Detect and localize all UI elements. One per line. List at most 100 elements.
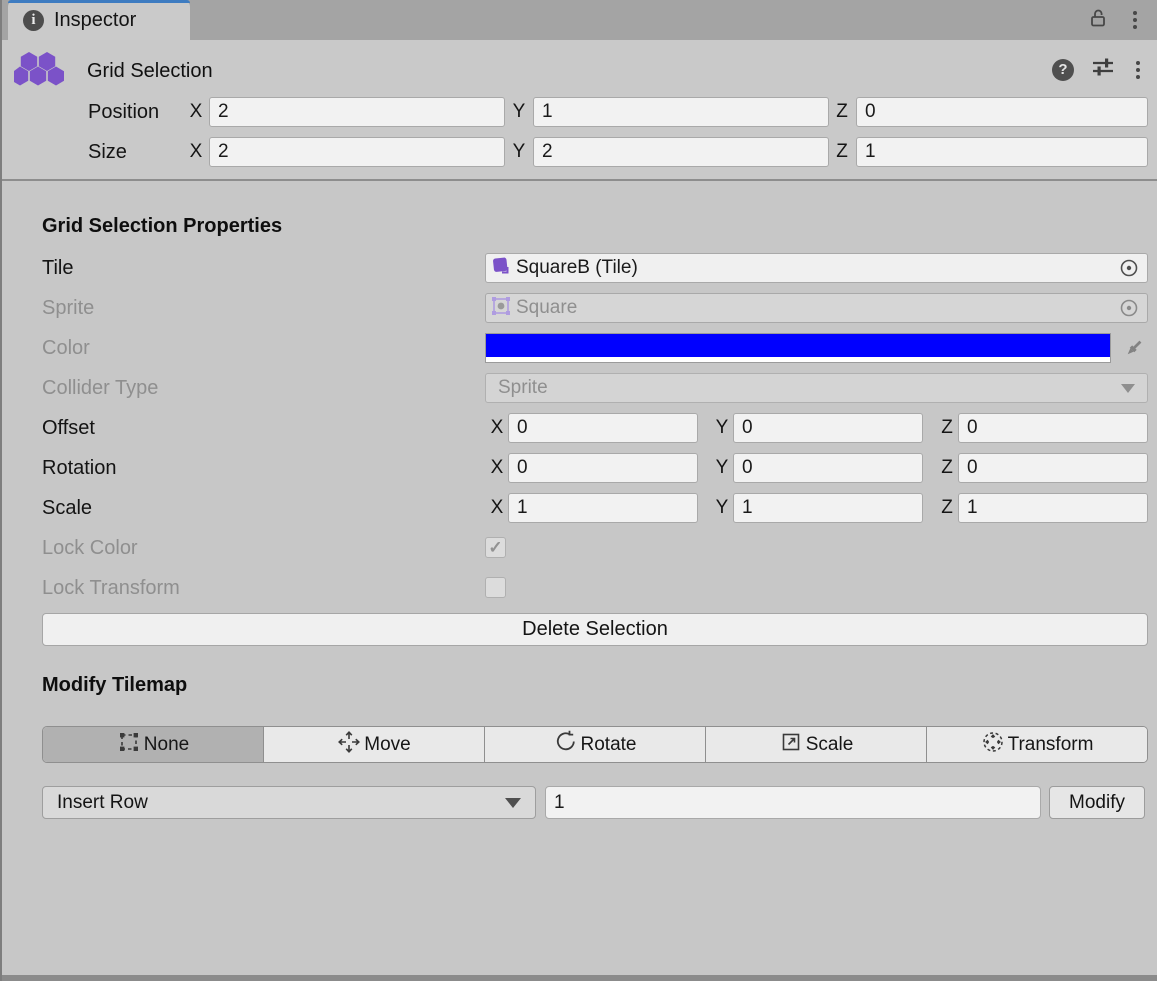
none-selection-icon (117, 730, 141, 760)
tile-icon (491, 256, 511, 281)
tool-move-button[interactable]: Move (264, 727, 485, 762)
size-z-input[interactable] (856, 137, 1148, 167)
scale-icon (779, 730, 803, 760)
operation-dropdown[interactable]: Insert Row (42, 786, 536, 819)
rotation-x-input[interactable] (508, 453, 698, 483)
info-icon: i (23, 10, 44, 31)
operation-value: Insert Row (57, 792, 148, 814)
offset-axis-z-label: Z (939, 413, 955, 443)
inspector-panel: i Inspector (0, 0, 1157, 981)
position-x-input[interactable] (209, 97, 505, 127)
collider-type-label: Collider Type (42, 373, 158, 403)
scale-axis-x-label: X (489, 493, 505, 523)
rotation-z-input[interactable] (958, 453, 1148, 483)
lock-transform-label: Lock Transform (42, 573, 180, 603)
tab-label: Inspector (54, 9, 136, 32)
offset-label: Offset (42, 413, 95, 443)
offset-axis-y-label: Y (714, 413, 730, 443)
chevron-down-icon (1121, 384, 1135, 393)
position-axis-y-label: Y (511, 97, 527, 127)
grid-selection-body: Grid Selection Properties Tile SquareB (… (0, 181, 1157, 975)
tile-value: SquareB (Tile) (516, 257, 1114, 279)
tab-menu-kebab-icon[interactable] (1129, 7, 1141, 33)
size-x-input[interactable] (209, 137, 505, 167)
grid-selection-header: Grid Selection ? Position X Y Z Size X Y (0, 40, 1157, 179)
rotation-axis-x-label: X (489, 453, 505, 483)
position-axis-x-label: X (188, 97, 204, 127)
scale-y-input[interactable] (733, 493, 923, 523)
header-menu-kebab-icon[interactable] (1132, 57, 1144, 83)
size-axis-x-label: X (188, 137, 204, 167)
lock-transform-checkbox: ✓ (485, 577, 506, 598)
object-picker-icon[interactable] (1119, 258, 1139, 278)
rotation-label: Rotation (42, 453, 117, 483)
section-title-grid-selection-properties: Grid Selection Properties (42, 215, 282, 238)
rotation-axis-y-label: Y (714, 453, 730, 483)
eyedropper-icon (1120, 336, 1146, 367)
tool-label: Transform (1008, 734, 1094, 756)
rotate-icon (554, 730, 578, 760)
size-y-input[interactable] (533, 137, 829, 167)
scale-label: Scale (42, 493, 92, 523)
tilemap-tool-toolbar: None Move (42, 726, 1148, 763)
lock-icon[interactable] (1087, 7, 1109, 34)
color-alpha-bar (486, 357, 1110, 362)
tab-bar: i Inspector (0, 0, 1157, 40)
lock-color-label: Lock Color (42, 533, 138, 563)
offset-x-input[interactable] (508, 413, 698, 443)
size-axis-z-label: Z (834, 137, 850, 167)
lock-color-checkbox: ✓ (485, 537, 506, 558)
position-y-input[interactable] (533, 97, 829, 127)
collider-type-dropdown: Sprite (485, 373, 1148, 403)
section-title-modify-tilemap: Modify Tilemap (42, 674, 187, 697)
sprite-icon (491, 296, 511, 321)
color-swatch-main (486, 334, 1110, 357)
tool-none-button[interactable]: None (43, 727, 264, 762)
transform-icon (981, 730, 1005, 760)
rotation-y-input[interactable] (733, 453, 923, 483)
check-icon: ✓ (488, 539, 502, 556)
position-label: Position (88, 97, 159, 127)
help-icon[interactable]: ? (1052, 59, 1074, 81)
sprite-value: Square (516, 297, 1114, 319)
grid-selection-icon (14, 50, 64, 101)
tool-scale-button[interactable]: Scale (706, 727, 927, 762)
tool-label: Scale (806, 734, 854, 756)
size-axis-y-label: Y (511, 137, 527, 167)
tool-label: Rotate (581, 734, 637, 756)
position-axis-z-label: Z (834, 97, 850, 127)
tile-label: Tile (42, 253, 73, 283)
move-icon (337, 730, 361, 760)
object-picker-icon (1119, 298, 1139, 318)
panel-left-edge (0, 0, 2, 981)
offset-axis-x-label: X (489, 413, 505, 443)
sprite-label: Sprite (42, 293, 94, 323)
tab-accent-line (8, 0, 190, 3)
scale-x-input[interactable] (508, 493, 698, 523)
tool-label: Move (364, 734, 410, 756)
offset-z-input[interactable] (958, 413, 1148, 443)
header-title: Grid Selection (87, 60, 213, 83)
inspector-tab[interactable]: i Inspector (8, 0, 190, 40)
modify-button[interactable]: Modify (1049, 786, 1145, 819)
scale-axis-y-label: Y (714, 493, 730, 523)
sprite-object-field: Square (485, 293, 1148, 323)
tile-object-field[interactable]: SquareB (Tile) (485, 253, 1148, 283)
color-swatch[interactable] (485, 333, 1111, 363)
color-label: Color (42, 333, 90, 363)
panel-bottom-edge (0, 975, 1157, 981)
tool-label: None (144, 734, 189, 756)
delete-selection-button[interactable]: Delete Selection (42, 613, 1148, 646)
chevron-down-icon (505, 798, 521, 808)
tool-rotate-button[interactable]: Rotate (485, 727, 706, 762)
operation-count-input[interactable] (545, 786, 1041, 819)
tool-transform-button[interactable]: Transform (927, 727, 1147, 762)
scale-axis-z-label: Z (939, 493, 955, 523)
scale-z-input[interactable] (958, 493, 1148, 523)
collider-type-value: Sprite (498, 377, 548, 399)
size-label: Size (88, 137, 127, 167)
offset-y-input[interactable] (733, 413, 923, 443)
rotation-axis-z-label: Z (939, 453, 955, 483)
position-z-input[interactable] (856, 97, 1148, 127)
presets-icon[interactable] (1091, 56, 1115, 83)
